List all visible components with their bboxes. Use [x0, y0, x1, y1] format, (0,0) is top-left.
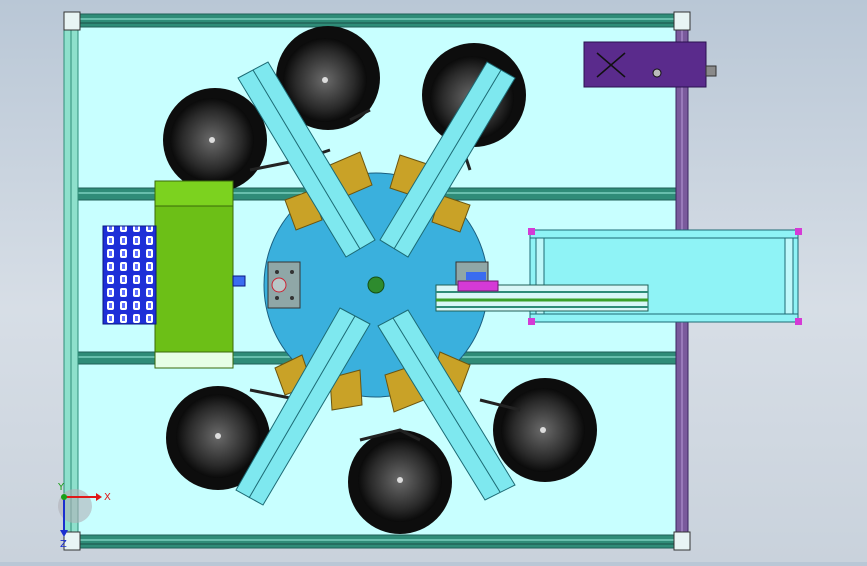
tray-connector — [232, 275, 246, 287]
control-box[interactable] — [583, 41, 707, 88]
triad-x-label: X — [104, 492, 111, 503]
control-knob[interactable] — [652, 68, 662, 78]
assembly-top-view[interactable]: X Z Y — [0, 0, 867, 562]
green-feeder-block[interactable] — [154, 180, 234, 353]
triad-z-label: Z — [60, 539, 67, 550]
parts-tray[interactable] — [102, 225, 157, 325]
bottom-rail — [69, 534, 686, 549]
turntable-hub — [367, 276, 385, 294]
transfer-clamp[interactable] — [457, 280, 499, 292]
top-rail — [69, 13, 686, 28]
cad-viewport[interactable]: X Z Y — [0, 0, 867, 562]
triad-y-label: Y — [57, 482, 65, 493]
